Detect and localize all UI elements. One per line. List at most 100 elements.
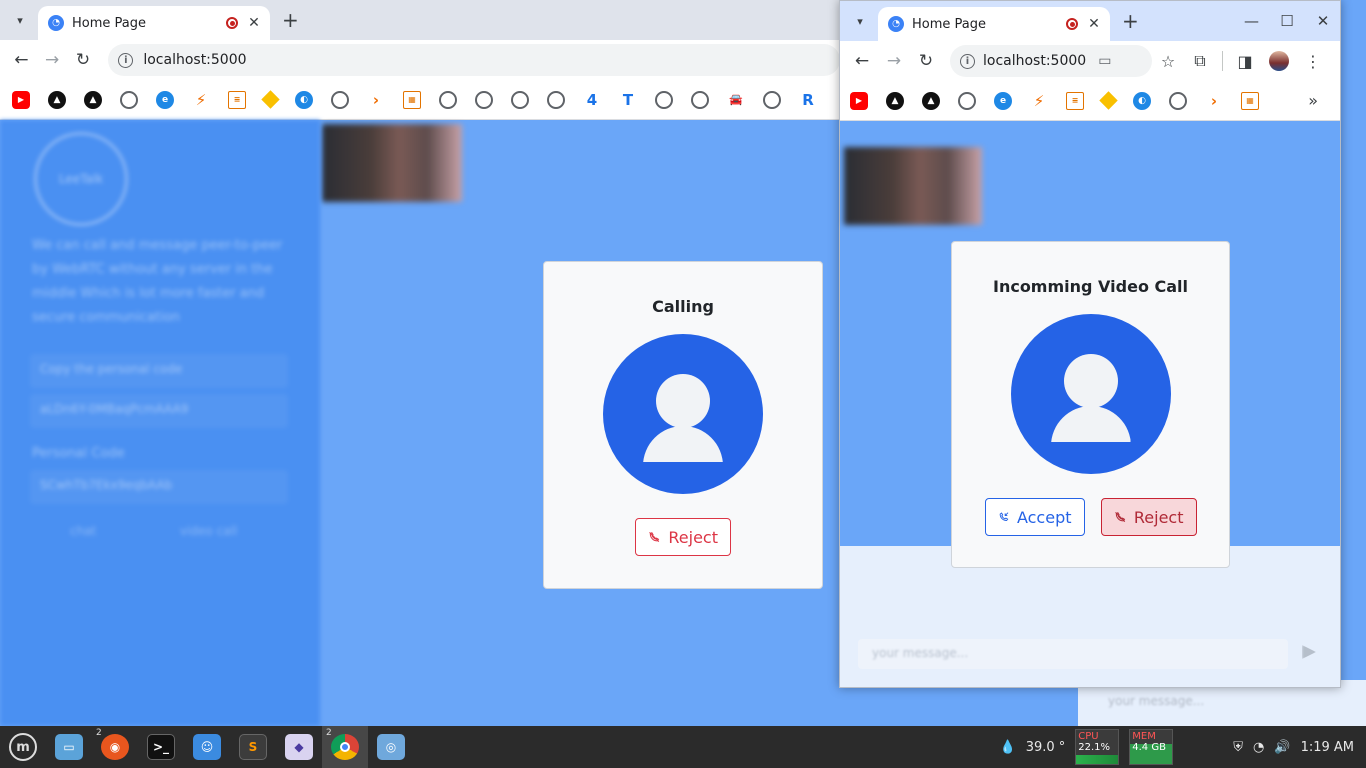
tab-close-icon[interactable]: ✕: [246, 15, 262, 31]
lightning-bookmark-icon[interactable]: ⚡: [192, 91, 210, 109]
sublime-app-button[interactable]: S: [230, 726, 276, 768]
back-icon[interactable]: ←: [846, 45, 878, 77]
reject-call-button[interactable]: Reject: [1100, 498, 1197, 536]
peak-bookmark-icon[interactable]: o: [331, 90, 349, 109]
calling-dialog: Calling Reject: [543, 261, 823, 589]
more-bookmarks-icon[interactable]: »: [1308, 91, 1318, 110]
bookmark-star-icon[interactable]: ☆: [1152, 52, 1184, 71]
menu-icon[interactable]: ⋮: [1297, 52, 1329, 71]
edge-bookmark-icon[interactable]: e: [994, 91, 1012, 110]
four-bookmark-icon[interactable]: 4: [583, 91, 601, 109]
copy-code-value: aLDn6Y-0MBaqPcmAAA9: [30, 394, 288, 428]
reload-icon[interactable]: ↻: [910, 45, 942, 77]
start-menu-button[interactable]: m: [0, 726, 46, 768]
new-tab-icon[interactable]: +: [282, 8, 299, 32]
cpu-monitor[interactable]: CPU 22.1%: [1075, 729, 1120, 765]
sidebar-description: We can call and message peer-to-peer by …: [32, 238, 283, 325]
globe-bookmark-icon[interactable]: o: [511, 90, 529, 109]
update-shield-icon[interactable]: ⛨: [1233, 740, 1243, 755]
fff-bookmark-icon[interactable]: ▦: [1241, 91, 1259, 110]
r-bookmark-icon[interactable]: R: [799, 91, 817, 109]
address-bar[interactable]: i localhost:5000 ▭: [950, 45, 1152, 77]
mem-monitor[interactable]: MEM 4.4 GB: [1129, 729, 1174, 765]
extensions-icon[interactable]: ⧉: [1184, 51, 1216, 71]
edge-bookmark-icon[interactable]: e: [156, 90, 174, 109]
forward-icon[interactable]: →: [878, 45, 910, 77]
diamond-bookmark-icon[interactable]: [261, 90, 280, 109]
reject-call-button[interactable]: Reject: [635, 518, 731, 556]
address-bar[interactable]: i localhost:5000: [108, 44, 841, 76]
youtube-bookmark-icon[interactable]: ▶: [12, 90, 30, 109]
new-tab-icon[interactable]: +: [1122, 9, 1139, 33]
reload-icon[interactable]: ↻: [68, 44, 99, 76]
folder-icon: ▭: [55, 734, 83, 760]
system-tray: 💧 39.0 ° CPU 22.1% MEM 4.4 GB ⛨ ◔ 🔊 1:19…: [1000, 729, 1366, 765]
left-tab-strip: ▾ ◔ Home Page ✕ +: [0, 0, 840, 40]
mem-value: 4.4 GB: [1132, 742, 1166, 753]
youtube-bookmark-icon[interactable]: ▶: [850, 91, 868, 110]
message-input-blurred: your message...: [858, 639, 1288, 669]
globe-bookmark-icon[interactable]: o: [763, 90, 781, 109]
tab-search-icon[interactable]: ▾: [846, 7, 874, 35]
app-logo: LeeTalk: [34, 132, 128, 226]
lightning-bookmark-icon[interactable]: ⚡: [1030, 92, 1048, 110]
globe-bookmark-icon[interactable]: o: [439, 90, 457, 109]
triangle-bookmark-icon[interactable]: ▲: [48, 90, 66, 109]
chrome-app-button[interactable]: 2: [322, 726, 368, 768]
tab-close-icon[interactable]: ✕: [1086, 16, 1102, 32]
terminal-icon: >_: [147, 734, 175, 760]
arrows-bookmark-icon[interactable]: ›: [367, 91, 385, 109]
sidebar-blurred: LeeTalk We can call and message peer-to-…: [0, 120, 320, 726]
doc-bookmark-icon[interactable]: ≡: [228, 90, 246, 109]
camera-icon[interactable]: ▭: [1098, 53, 1111, 69]
globe-bookmark-icon[interactable]: o: [655, 90, 673, 109]
side-panel-icon[interactable]: ◨: [1229, 52, 1261, 71]
terminal-app-button[interactable]: >_: [138, 726, 184, 768]
forward-icon[interactable]: →: [37, 44, 68, 76]
site-info-icon[interactable]: i: [118, 52, 134, 68]
globe-bookmark-icon[interactable]: o: [547, 90, 565, 109]
vscode-app-button[interactable]: ◆: [276, 726, 322, 768]
right-tab-strip: ▾ ◔ Home Page ✕ + — ☐ ✕: [840, 1, 1340, 41]
globe-bookmark-icon[interactable]: o: [475, 90, 493, 109]
peak-bookmark-icon[interactable]: o: [1169, 91, 1187, 110]
volume-icon[interactable]: 🔊: [1274, 740, 1290, 755]
back-icon[interactable]: ←: [6, 44, 37, 76]
phone-incoming-icon: [999, 512, 1008, 522]
globe-bookmark-icon[interactable]: o: [120, 90, 138, 109]
globe-bookmark-icon[interactable]: o: [691, 90, 709, 109]
wifi-icon[interactable]: ◔: [1253, 740, 1264, 755]
screenshot-app-button[interactable]: ◎: [368, 726, 414, 768]
shield-bookmark-icon[interactable]: ◐: [1133, 91, 1151, 110]
right-tab-home[interactable]: ◔ Home Page ✕: [878, 7, 1110, 41]
shield-bookmark-icon[interactable]: ◐: [295, 90, 313, 109]
arrows-bookmark-icon[interactable]: ›: [1205, 92, 1223, 110]
triangle-bookmark-icon[interactable]: ▲: [84, 90, 102, 109]
right-browser-window: ▾ ◔ Home Page ✕ + — ☐ ✕ ← → ↻ i localhos…: [839, 0, 1341, 688]
files-app-button[interactable]: ▭: [46, 726, 92, 768]
close-window-icon[interactable]: ✕: [1316, 12, 1330, 30]
clock[interactable]: 1:19 AM: [1301, 740, 1354, 755]
left-toolbar: ← → ↻ i localhost:5000: [0, 40, 841, 80]
site-info-icon[interactable]: i: [960, 53, 975, 69]
globe-bookmark-icon[interactable]: o: [958, 91, 976, 110]
chat-label: chat: [70, 524, 97, 538]
car-bookmark-icon[interactable]: 🚘: [727, 91, 745, 109]
phone-off-icon: [1114, 511, 1125, 523]
triangle-bookmark-icon[interactable]: ▲: [922, 91, 940, 110]
finder-app-button[interactable]: ☺: [184, 726, 230, 768]
doc-bookmark-icon[interactable]: ≡: [1066, 91, 1084, 110]
t2-bookmark-icon[interactable]: T: [619, 91, 637, 109]
maximize-icon[interactable]: ☐: [1280, 12, 1294, 30]
firefox-app-button[interactable]: 2 ◉: [92, 726, 138, 768]
tab-search-icon[interactable]: ▾: [6, 6, 34, 34]
diamond-bookmark-icon[interactable]: [1099, 91, 1118, 110]
profile-avatar[interactable]: [1269, 51, 1289, 71]
fff-bookmark-icon[interactable]: ▦: [403, 90, 421, 109]
triangle-bookmark-icon[interactable]: ▲: [886, 91, 904, 110]
minimize-icon[interactable]: —: [1244, 12, 1259, 30]
accept-call-button[interactable]: Accept: [984, 498, 1085, 536]
chrome-icon: [331, 734, 359, 760]
avatar-icon: [603, 334, 763, 494]
left-tab-home[interactable]: ◔ Home Page ✕: [38, 6, 270, 40]
